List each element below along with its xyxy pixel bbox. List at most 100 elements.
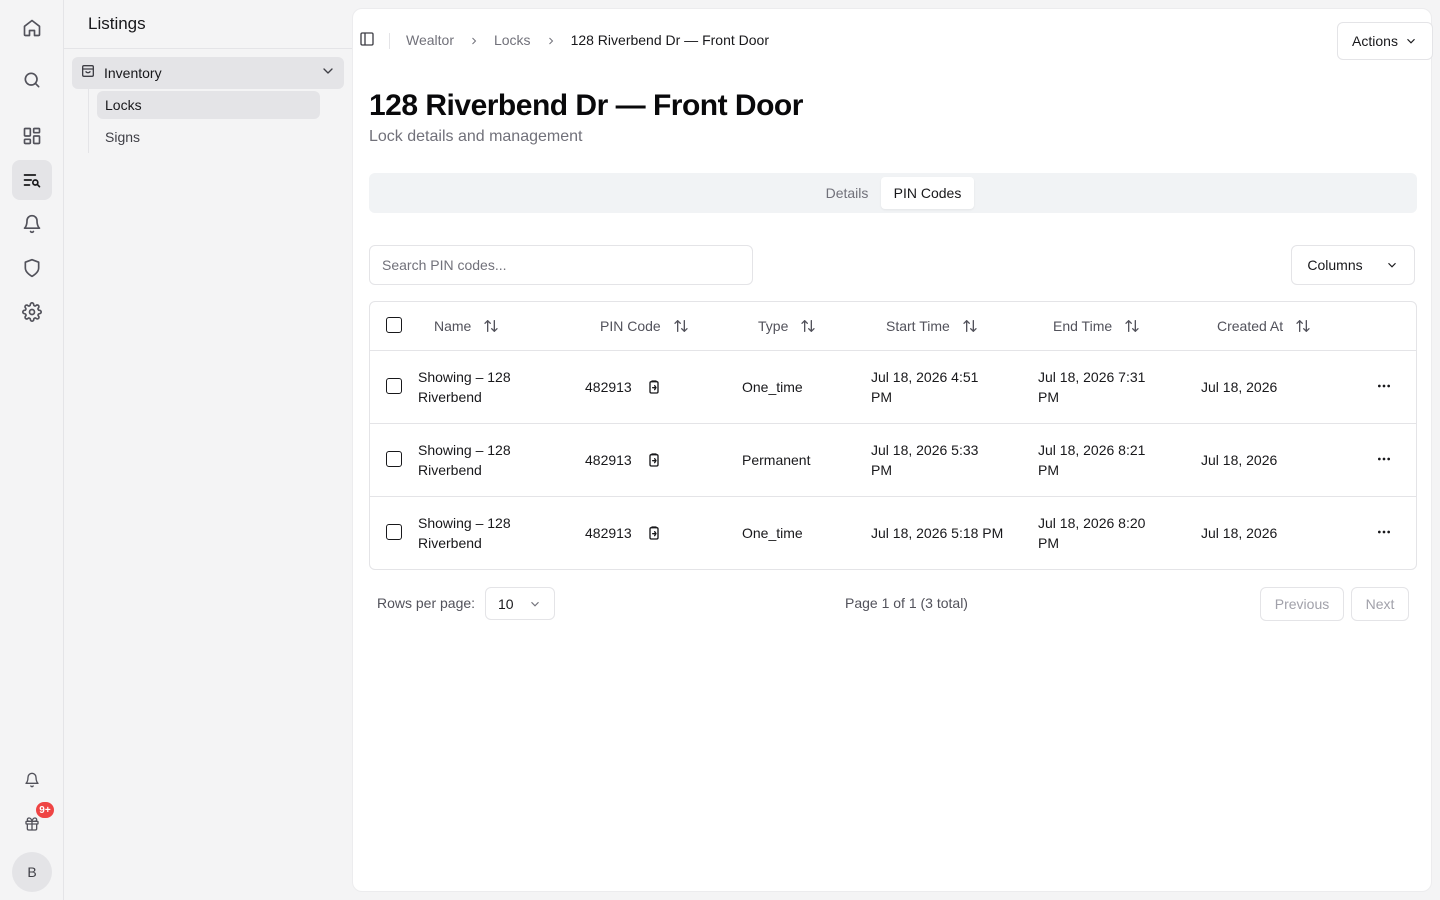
breadcrumb: Wealtor Locks 128 Riverbend Dr — Front D…	[406, 32, 769, 48]
main-panel: Wealtor Locks 128 Riverbend Dr — Front D…	[352, 8, 1433, 892]
icon-rail: 9+ B	[0, 0, 64, 900]
cell-end-time: Jul 18, 2026 7:31 PM	[1038, 369, 1146, 405]
page-info: Page 1 of 1 (3 total)	[845, 595, 968, 611]
topbar: Wealtor Locks 128 Riverbend Dr — Front D…	[353, 9, 1433, 73]
cell-start-time: Jul 18, 2026 4:51 PM	[871, 369, 979, 405]
avatar[interactable]: B	[12, 852, 52, 892]
column-label: End Time	[1053, 318, 1113, 334]
chevron-down-icon	[531, 601, 539, 607]
column-label: Type	[758, 318, 789, 334]
home-icon[interactable]	[12, 8, 52, 48]
rows-per-page-label: Rows per page:	[377, 595, 476, 611]
table-row[interactable]: Showing – 128 Riverbend 482913 Permanent…	[370, 424, 1416, 497]
cell-pin: 482913	[585, 452, 632, 468]
breadcrumb-item-wealtor[interactable]: Wealtor	[406, 32, 454, 48]
search-input[interactable]	[369, 245, 753, 285]
cell-created-at: Jul 18, 2026	[1201, 452, 1278, 468]
page-title: 128 Riverbend Dr — Front Door	[369, 89, 803, 122]
notification-bell-icon[interactable]	[12, 760, 52, 800]
breadcrumb-current: 128 Riverbend Dr — Front Door	[570, 32, 769, 48]
sort-icon	[484, 320, 499, 332]
row-checkbox[interactable]	[386, 378, 402, 394]
cell-name: Showing – 128 Riverbend	[418, 515, 511, 551]
columns-label: Columns	[1307, 257, 1363, 273]
column-label: Name	[434, 318, 472, 334]
sidebar-divider	[64, 48, 352, 49]
cell-start-time: Jul 18, 2026 5:33 PM	[871, 442, 979, 478]
more-options-icon[interactable]	[1376, 451, 1396, 471]
gear-icon[interactable]	[12, 292, 52, 332]
breadcrumb-item-locks[interactable]: Locks	[494, 32, 531, 48]
actions-label: Actions	[1352, 33, 1398, 49]
column-label: Start Time	[886, 318, 950, 334]
sidebar-tree-line	[88, 89, 89, 153]
cell-created-at: Jul 18, 2026	[1201, 525, 1278, 541]
select-all-checkbox[interactable]	[386, 317, 402, 333]
chevron-right-icon	[545, 34, 557, 46]
chevron-down-icon	[320, 63, 336, 84]
table-row[interactable]: Showing – 128 Riverbend 482913 One_time …	[370, 497, 1416, 569]
column-label: PIN Code	[600, 318, 661, 334]
cell-end-time: Jul 18, 2026 8:21 PM	[1038, 442, 1146, 478]
copy-icon[interactable]	[646, 525, 662, 541]
table-row[interactable]: Showing – 128 Riverbend 482913 One_time …	[370, 351, 1416, 424]
cell-end-time: Jul 18, 2026 8:20 PM	[1038, 515, 1146, 551]
rows-per-page-value: 10	[498, 595, 514, 612]
sidebar-toggle-icon[interactable]	[359, 31, 377, 49]
column-header-type[interactable]: Type	[758, 318, 816, 334]
column-label: Created At	[1217, 318, 1284, 334]
secondary-sidebar: Listings Inventory Locks Signs	[64, 0, 352, 900]
chevron-down-icon	[1387, 262, 1396, 268]
column-header-pin-code[interactable]: PIN Code	[600, 318, 689, 334]
rows-per-page-select[interactable]: 10	[485, 587, 555, 620]
search-icon[interactable]	[12, 60, 52, 100]
shield-icon[interactable]	[12, 248, 52, 288]
notification-badge: 9+	[34, 800, 56, 820]
table-header: Name PIN Code Type Start Time End Time C…	[370, 302, 1416, 351]
column-header-end-time[interactable]: End Time	[1053, 318, 1140, 334]
cell-name: Showing – 128 Riverbend	[418, 369, 511, 405]
tab-list: Details PIN Codes	[369, 173, 1417, 213]
row-checkbox[interactable]	[386, 451, 402, 467]
dashboard-icon[interactable]	[12, 116, 52, 156]
pin-codes-table: Name PIN Code Type Start Time End Time C…	[369, 301, 1417, 570]
columns-button[interactable]: Columns	[1291, 245, 1415, 285]
copy-icon[interactable]	[646, 452, 662, 468]
sidebar-group-label: Inventory	[104, 65, 162, 81]
sort-icon	[963, 320, 977, 332]
sidebar-item-locks[interactable]: Locks	[97, 91, 320, 119]
cell-pin: 482913	[585, 525, 632, 541]
cell-name: Showing – 128 Riverbend	[418, 442, 511, 478]
sort-icon	[674, 320, 688, 332]
more-options-icon[interactable]	[1376, 378, 1396, 398]
sort-icon	[1125, 320, 1139, 332]
sort-icon	[801, 320, 816, 332]
more-options-icon[interactable]	[1376, 524, 1396, 544]
actions-button[interactable]: Actions	[1337, 22, 1433, 60]
column-header-start-time[interactable]: Start Time	[886, 318, 978, 334]
box-icon	[80, 63, 96, 84]
page-subtitle: Lock details and management	[369, 128, 583, 145]
next-button[interactable]: Next	[1351, 587, 1409, 621]
divider	[389, 33, 390, 49]
tab-details[interactable]: Details	[812, 177, 882, 209]
copy-icon[interactable]	[646, 379, 662, 395]
cell-type: Permanent	[742, 452, 811, 468]
cell-type: One_time	[742, 379, 803, 395]
cell-start-time: Jul 18, 2026 5:18 PM	[871, 525, 1004, 541]
column-header-created-at[interactable]: Created At	[1217, 318, 1311, 334]
chevron-down-icon	[1407, 38, 1415, 44]
column-header-name[interactable]: Name	[434, 318, 499, 334]
row-checkbox[interactable]	[386, 524, 402, 540]
sidebar-group-inventory[interactable]: Inventory	[72, 57, 344, 89]
tab-pin-codes[interactable]: PIN Codes	[881, 177, 974, 209]
cell-pin: 482913	[585, 379, 632, 395]
chevron-right-icon	[468, 34, 480, 46]
bell-icon[interactable]	[12, 204, 52, 244]
cell-created-at: Jul 18, 2026	[1201, 379, 1278, 395]
listings-icon[interactable]	[12, 160, 52, 200]
cell-type: One_time	[742, 525, 803, 541]
previous-button[interactable]: Previous	[1260, 587, 1344, 621]
sidebar-title: Listings	[88, 14, 146, 33]
sidebar-item-signs[interactable]: Signs	[97, 123, 320, 151]
